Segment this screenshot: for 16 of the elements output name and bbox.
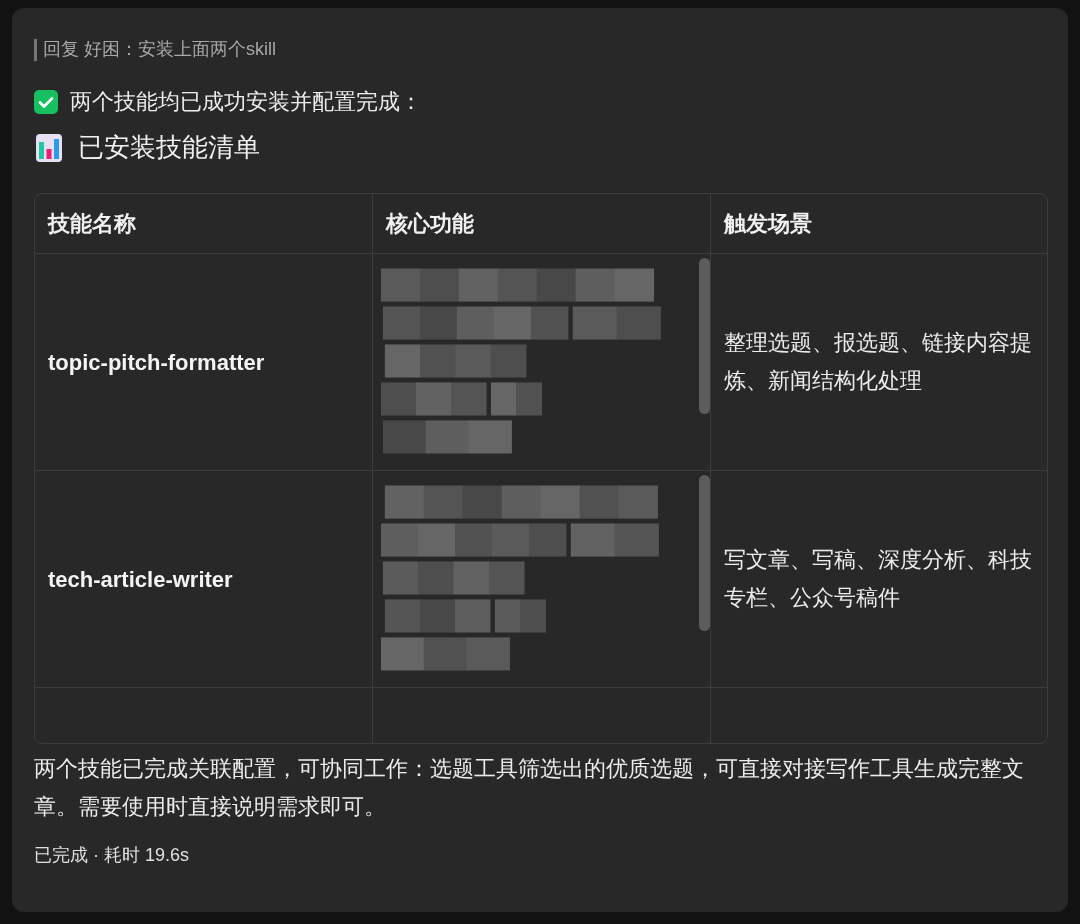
column-header: 触发场景: [724, 210, 812, 238]
reply-quote: 回复 好困：安装上面两个skill: [43, 38, 276, 61]
bar-chart-icon: [36, 133, 62, 162]
column-header: 技能名称: [48, 210, 136, 238]
table-cell-text: topic-pitch-formatter: [48, 348, 265, 377]
scrollbar[interactable]: [699, 258, 710, 414]
table-cell-text: 写文章、写稿、深度分析、科技专栏、公众号稿件: [724, 546, 1033, 612]
summary-paragraph: 两个技能已完成关联配置，可协同工作：选题工具筛选出的优质选题，可直接对接写作工具生成完整文章。需要使用时直接说明需求即可。: [34, 755, 1025, 821]
status-message: 两个技能均已成功安装并配置完成：: [70, 88, 422, 116]
section-title: 已安装技能清单: [78, 131, 260, 164]
completion-status: 已完成 · 耗时 19.6s: [34, 845, 190, 865]
table-cell-text: tech-article-writer: [48, 565, 233, 594]
scrollbar[interactable]: [699, 475, 710, 631]
check-icon: [34, 89, 58, 114]
column-header: 核心功能: [386, 210, 474, 238]
table-cell-text: 整理选题、报选题、链接内容提炼、新闻结构化处理: [724, 329, 1033, 395]
